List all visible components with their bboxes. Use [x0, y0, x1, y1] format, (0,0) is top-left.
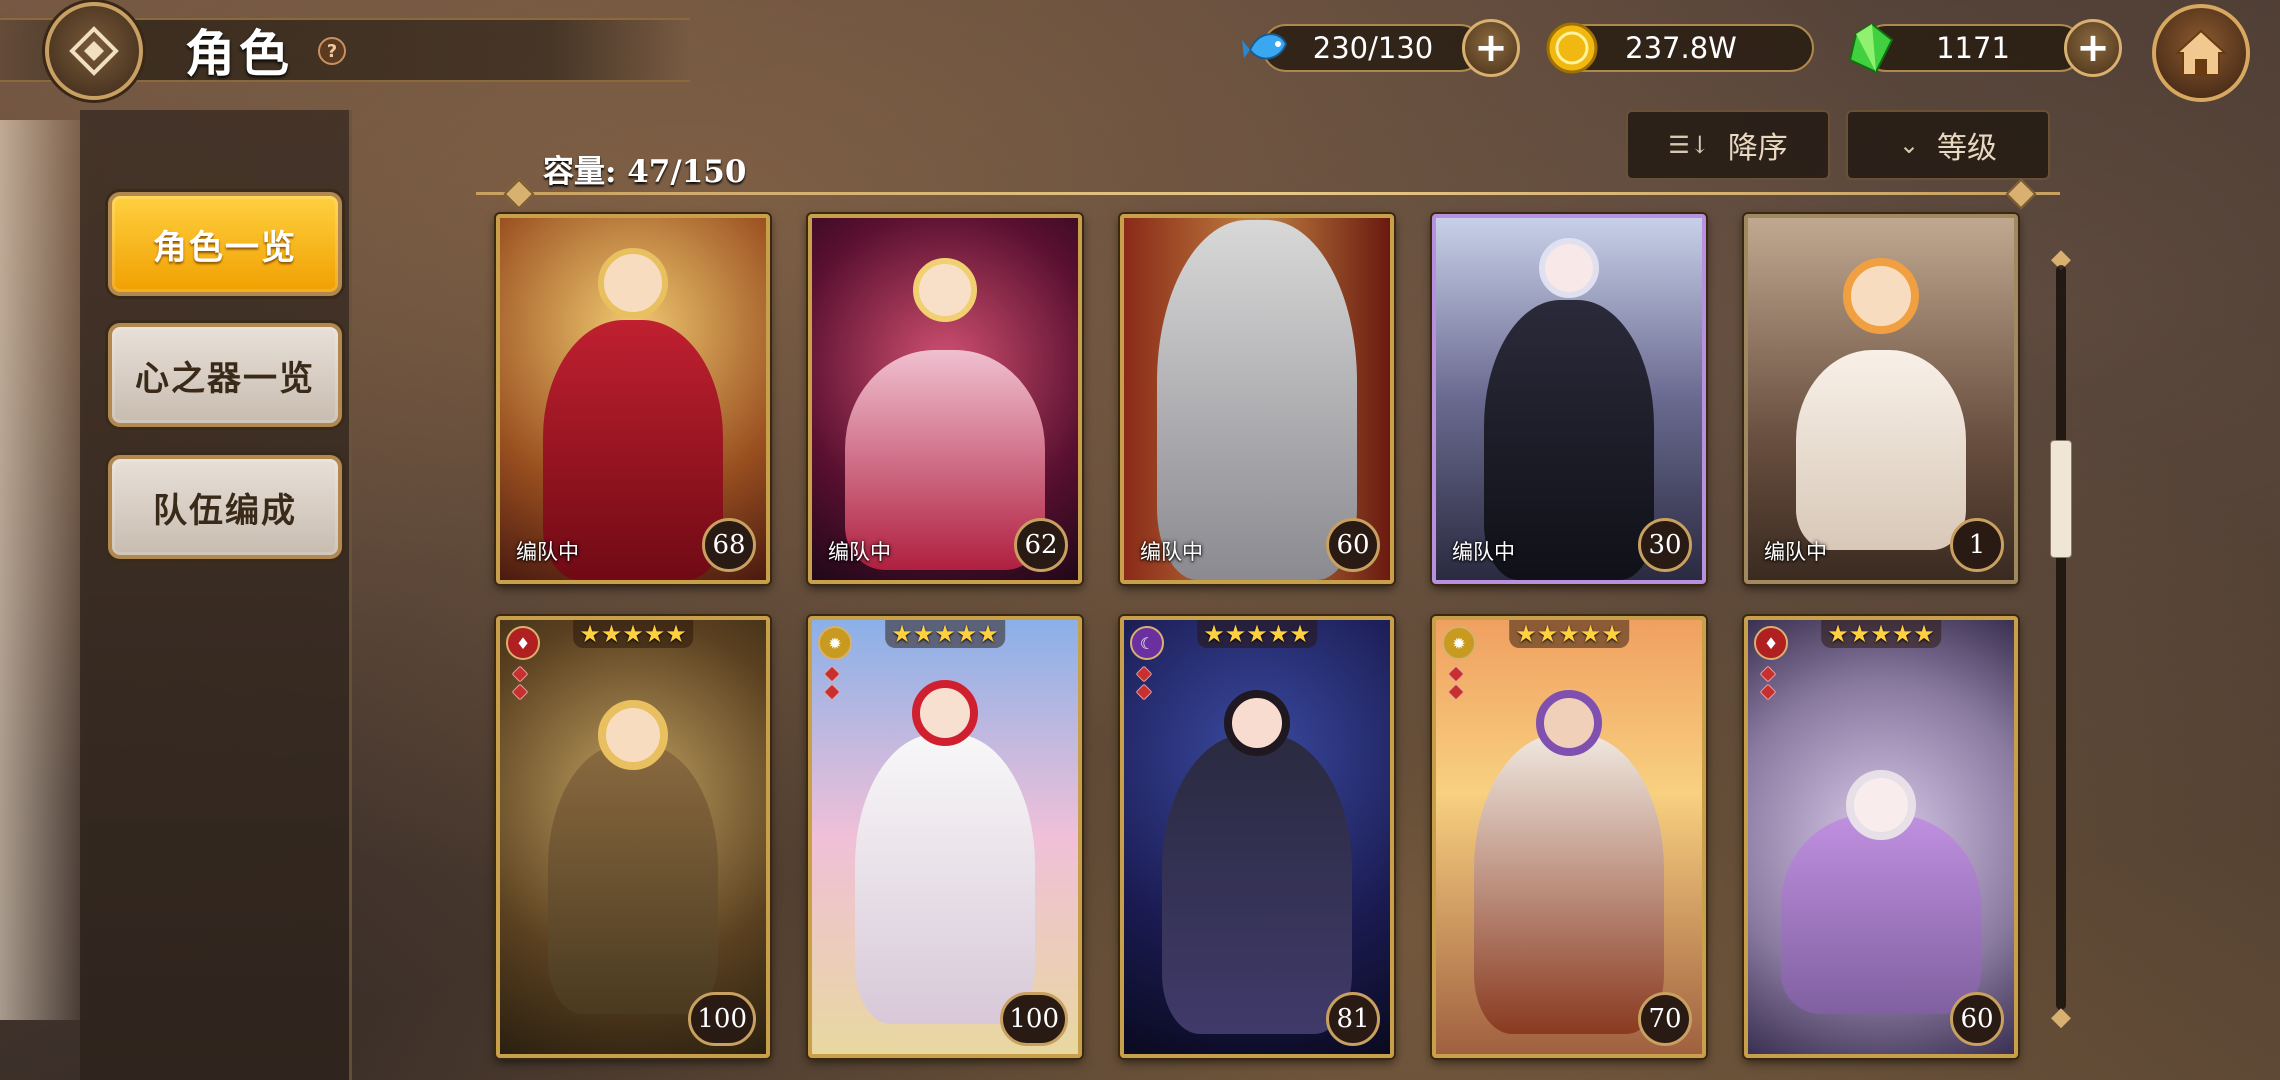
- character-figure: [1157, 220, 1357, 580]
- in-team-tag: 编队中: [1452, 540, 1515, 564]
- character-head: [913, 258, 977, 322]
- light-element-icon: ✹: [818, 626, 852, 660]
- sort-label: 降序: [1727, 131, 1788, 166]
- character-head: [1539, 238, 1599, 298]
- character-head: [1224, 690, 1290, 756]
- character-head: [598, 700, 668, 770]
- back-button[interactable]: [45, 2, 143, 100]
- sort-field-dropdown[interactable]: ⌄ 等级: [1846, 110, 2050, 180]
- back-diamond-icon: [69, 26, 119, 76]
- sidebar-item-character-list[interactable]: 角色一览: [108, 192, 342, 296]
- in-team-tag: 编队中: [1764, 540, 1827, 564]
- level-badge: 62: [1014, 518, 1068, 572]
- level-badge: 68: [702, 518, 756, 572]
- dark-element-icon: ☾: [1130, 626, 1164, 660]
- sort-order-button[interactable]: ☰↓ 降序: [1626, 110, 1830, 180]
- sort-field-label: 等级: [1937, 131, 1998, 166]
- stamina-value: 230/130: [1312, 31, 1434, 65]
- character-head: [598, 248, 668, 318]
- character-card[interactable]: ✹ ★★★★★ 70: [1432, 616, 1706, 1058]
- sidebar-item-team-formation[interactable]: 队伍编成: [108, 455, 342, 559]
- level-badge: 81: [1326, 992, 1380, 1046]
- scroll-down-ornament: ◆: [2051, 1002, 2071, 1032]
- character-head: [1536, 690, 1602, 756]
- rank-gems: [511, 665, 529, 701]
- scrollbar-thumb[interactable]: [2050, 440, 2072, 558]
- in-team-tag: 编队中: [1140, 540, 1203, 564]
- level-badge: 60: [1326, 518, 1380, 572]
- character-card[interactable]: ♦ ★★★★★ 60: [1744, 616, 2018, 1058]
- character-figure: [1474, 734, 1664, 1034]
- rank-gems: [1447, 665, 1465, 701]
- character-figure: [548, 744, 718, 1014]
- chevron-down-icon: ⌄: [1898, 131, 1920, 159]
- character-card[interactable]: ☾ ★★★★★ 81: [1120, 616, 1394, 1058]
- blue-fish-icon: [1242, 33, 1288, 60]
- character-card[interactable]: 编队中 1: [1744, 214, 2018, 584]
- home-icon: [2174, 29, 2228, 76]
- home-button[interactable]: [2152, 4, 2250, 102]
- capacity-label: 容量: 47/150: [543, 154, 747, 190]
- rarity-stars: ★★★★★: [573, 620, 693, 648]
- level-badge: 1: [1950, 518, 2004, 572]
- level-badge: 100: [688, 992, 756, 1046]
- character-head: [1843, 258, 1919, 334]
- add-gems-button[interactable]: +: [2064, 19, 2122, 77]
- add-stamina-button[interactable]: +: [1462, 19, 1520, 77]
- in-team-tag: 编队中: [828, 540, 891, 564]
- character-figure: [1796, 350, 1966, 550]
- rank-gems: [1759, 665, 1777, 701]
- character-card[interactable]: ♦ ★★★★★ 100: [496, 616, 770, 1058]
- rank-gems: [1135, 665, 1153, 701]
- green-crystal-icon: [1848, 22, 1894, 74]
- divider-ornament: [2005, 178, 2037, 210]
- character-card[interactable]: 编队中 30: [1432, 214, 1706, 584]
- level-badge: 30: [1638, 518, 1692, 572]
- rank-gems: [823, 665, 841, 701]
- rarity-stars: ★★★★★: [1197, 620, 1317, 648]
- scrollbar-track[interactable]: [2056, 265, 2066, 1010]
- character-card[interactable]: 编队中 60: [1120, 214, 1394, 584]
- level-badge: 60: [1950, 992, 2004, 1046]
- gold-coin-icon: [1546, 22, 1598, 74]
- character-card[interactable]: 编队中 68: [496, 214, 770, 584]
- gem-value: 1171: [1936, 31, 2010, 65]
- sidebar-item-heart-vessel-list[interactable]: 心之器一览: [108, 323, 342, 427]
- page-title: 角色: [185, 24, 293, 83]
- help-icon[interactable]: ?: [318, 37, 346, 65]
- sort-desc-icon: ☰↓: [1668, 131, 1710, 159]
- light-element-icon: ✹: [1442, 626, 1476, 660]
- character-figure: [1162, 734, 1352, 1034]
- character-head: [1846, 770, 1916, 840]
- level-badge: 70: [1638, 992, 1692, 1046]
- fire-element-icon: ♦: [506, 626, 540, 660]
- rarity-stars: ★★★★★: [1821, 620, 1941, 648]
- rarity-stars: ★★★★★: [1509, 620, 1629, 648]
- level-badge: 100: [1000, 992, 1068, 1046]
- character-card[interactable]: 编队中 62: [808, 214, 1082, 584]
- divider: [476, 192, 2060, 195]
- rarity-stars: ★★★★★: [885, 620, 1005, 648]
- character-figure: [855, 734, 1035, 1024]
- gold-value: 237.8W: [1625, 31, 1737, 65]
- fire-element-icon: ♦: [1754, 626, 1788, 660]
- divider-ornament: [503, 178, 535, 210]
- character-head: [912, 680, 978, 746]
- top-bar: 角色 ? 230/130 + 237.8W 1171 +: [0, 0, 2280, 102]
- character-card[interactable]: ✹ ★★★★★ 100: [808, 616, 1082, 1058]
- background-glow: [0, 120, 90, 1020]
- in-team-tag: 编队中: [516, 540, 579, 564]
- character-figure: [1781, 814, 1981, 1014]
